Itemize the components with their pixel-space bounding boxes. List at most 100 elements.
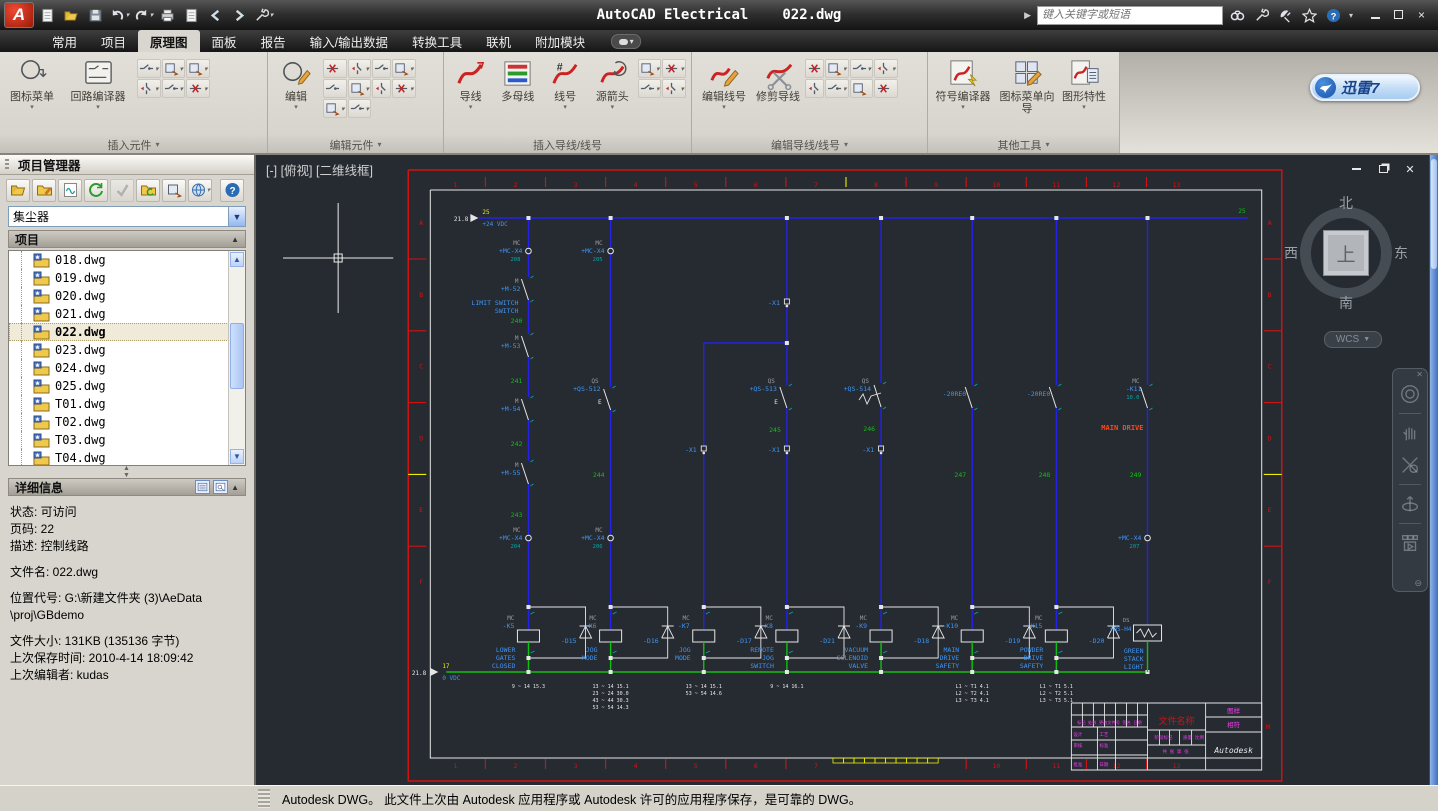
- plot-publish-button[interactable]: [162, 179, 186, 202]
- next-project-drawing-button[interactable]: [229, 5, 250, 26]
- search-input[interactable]: [1037, 6, 1223, 25]
- zoom-button[interactable]: [1397, 450, 1423, 480]
- drawing-list-report-button[interactable]: [58, 179, 82, 202]
- tool-button[interactable]: ▾: [323, 99, 347, 118]
- undo-button[interactable]: ▾: [109, 5, 130, 26]
- tool-button[interactable]: ▾: [186, 59, 210, 78]
- minimize-button[interactable]: [1369, 8, 1382, 22]
- tab-联机[interactable]: 联机: [474, 30, 523, 52]
- web-publish-button[interactable]: ▾: [188, 179, 212, 202]
- tool-button[interactable]: ▾: [662, 59, 686, 78]
- qat-dropdown-icon[interactable]: ▾: [270, 11, 274, 19]
- previous-project-drawing-button[interactable]: [205, 5, 226, 26]
- file-item-023.dwg[interactable]: 023.dwg: [9, 341, 245, 359]
- icon-menu-button[interactable]: 图标菜单▾: [5, 55, 59, 111]
- tool-button[interactable]: ▾: [162, 59, 186, 78]
- scroll-down-button[interactable]: ▼: [230, 449, 244, 464]
- restore-button[interactable]: [1392, 8, 1405, 22]
- combo-dropdown-button[interactable]: ▼: [228, 207, 245, 226]
- refresh-button[interactable]: [84, 179, 108, 202]
- scroll-thumb[interactable]: [230, 323, 244, 389]
- open-file-button[interactable]: [61, 5, 82, 26]
- navbar-collapse-icon[interactable]: ⊖: [1414, 578, 1422, 589]
- file-item-T03.dwg[interactable]: T03.dwg: [9, 431, 245, 449]
- tool-button[interactable]: ▾: [392, 59, 416, 78]
- details-preview-button[interactable]: [213, 480, 228, 494]
- tool-button[interactable]: ▾: [850, 59, 874, 78]
- panel-footer-insert-wires[interactable]: 插入导线/线号: [444, 136, 691, 153]
- project-help-button[interactable]: [220, 179, 244, 202]
- tab-输入/输出数据[interactable]: 输入/输出数据: [298, 30, 400, 52]
- tool-button[interactable]: [805, 59, 824, 78]
- file-item-021.dwg[interactable]: 021.dwg: [9, 305, 245, 323]
- file-item-019.dwg[interactable]: 019.dwg: [9, 269, 245, 287]
- tab-项目[interactable]: 项目: [89, 30, 138, 52]
- source-arrow-button[interactable]: 源箭头▾: [591, 55, 634, 111]
- doc-minimize-button[interactable]: [1350, 163, 1362, 175]
- save-button[interactable]: [85, 5, 106, 26]
- communication-center-button[interactable]: [1277, 6, 1295, 24]
- tool-button[interactable]: ▾: [137, 59, 161, 78]
- redo-button[interactable]: ▾: [133, 5, 154, 26]
- file-item-022.dwg[interactable]: 022.dwg: [9, 323, 245, 341]
- project-section-header[interactable]: 项目▲: [8, 230, 246, 248]
- details-view-button[interactable]: [195, 480, 210, 494]
- subscription-center-button[interactable]: [1253, 6, 1271, 24]
- viewcube-north[interactable]: 北: [1339, 193, 1353, 213]
- file-item-018.dwg[interactable]: 018.dwg: [9, 251, 245, 269]
- tool-button[interactable]: ▾: [137, 79, 161, 98]
- viewcube-south[interactable]: 南: [1339, 293, 1353, 313]
- showmotion-button[interactable]: [1397, 528, 1423, 558]
- panel-footer-insert-components[interactable]: 插入元件▾: [0, 136, 267, 153]
- viewcube-top-face[interactable]: 上: [1323, 230, 1369, 276]
- navigation-bar[interactable]: ✕ ⊖: [1392, 368, 1428, 592]
- panel-footer-other-tools[interactable]: 其他工具▾: [928, 136, 1119, 153]
- viewcube[interactable]: 北 南 西 东 上: [1288, 195, 1404, 311]
- viewport-controls-label[interactable]: [-] [俯视] [二维线框]: [266, 160, 373, 179]
- tab-原理图[interactable]: 原理图: [138, 30, 200, 52]
- tool-button[interactable]: [372, 79, 391, 98]
- tool-button[interactable]: ▾: [638, 79, 662, 98]
- symbol-builder-button[interactable]: 符号编译器▾: [933, 55, 993, 111]
- redo-dropdown-icon[interactable]: ▾: [150, 11, 154, 19]
- online-menu-button[interactable]: ▾: [611, 34, 641, 49]
- task-list-button[interactable]: [110, 179, 134, 202]
- file-item-T01.dwg[interactable]: T01.dwg: [9, 395, 245, 413]
- file-list-scrollbar[interactable]: ▲ ▼: [228, 251, 245, 465]
- tool-button[interactable]: [323, 79, 347, 98]
- close-button[interactable]: ×: [1415, 8, 1428, 22]
- collapse-icon[interactable]: ▲: [231, 483, 239, 492]
- project-update-button[interactable]: [136, 179, 160, 202]
- steering-wheel-button[interactable]: [1397, 379, 1423, 409]
- collapse-icon[interactable]: ▲: [231, 235, 239, 244]
- wire-button[interactable]: 导线▾: [449, 55, 492, 111]
- plot-button[interactable]: [157, 5, 178, 26]
- navbar-close-icon[interactable]: ✕: [1416, 370, 1423, 379]
- details-section-header[interactable]: 详细信息 ▲: [8, 478, 246, 496]
- thunder7-launcher-button[interactable]: 迅雷7: [1310, 74, 1420, 101]
- wire-number-button[interactable]: 线号▾: [543, 55, 586, 111]
- palette-splitter[interactable]: ▲▼: [0, 466, 254, 478]
- file-item-020.dwg[interactable]: 020.dwg: [9, 287, 245, 305]
- tool-button[interactable]: ▾: [638, 59, 662, 78]
- search-button[interactable]: [1229, 6, 1247, 24]
- open-project-button[interactable]: [6, 179, 30, 202]
- workspace-tool-button[interactable]: ▾: [253, 5, 274, 26]
- palette-title[interactable]: 项目管理器: [0, 155, 254, 175]
- circuit-builder-button[interactable]: 回路编译器▾: [63, 55, 133, 111]
- scroll-up-button[interactable]: ▲: [230, 252, 244, 267]
- tool-button[interactable]: ▾: [348, 99, 372, 118]
- edit-button[interactable]: 编辑▾: [273, 55, 319, 111]
- tab-常用[interactable]: 常用: [40, 30, 89, 52]
- tool-button[interactable]: [323, 59, 347, 78]
- edit-wire-number-button[interactable]: 编辑线号▾: [697, 55, 751, 111]
- tool-button[interactable]: ▾: [392, 79, 416, 98]
- drawing-properties-button[interactable]: 图形特性▾: [1061, 55, 1107, 111]
- project-properties-button[interactable]: [32, 179, 56, 202]
- file-item-T02.dwg[interactable]: T02.dwg: [9, 413, 245, 431]
- properties-button[interactable]: [181, 5, 202, 26]
- panel-footer-edit-wires[interactable]: 编辑导线/线号▾: [692, 136, 927, 153]
- drawing-viewport[interactable]: 11223344556677891010111112121313AABBCCDD…: [256, 155, 1438, 785]
- undo-dropdown-icon[interactable]: ▾: [126, 11, 130, 19]
- help-button[interactable]: [1325, 6, 1343, 24]
